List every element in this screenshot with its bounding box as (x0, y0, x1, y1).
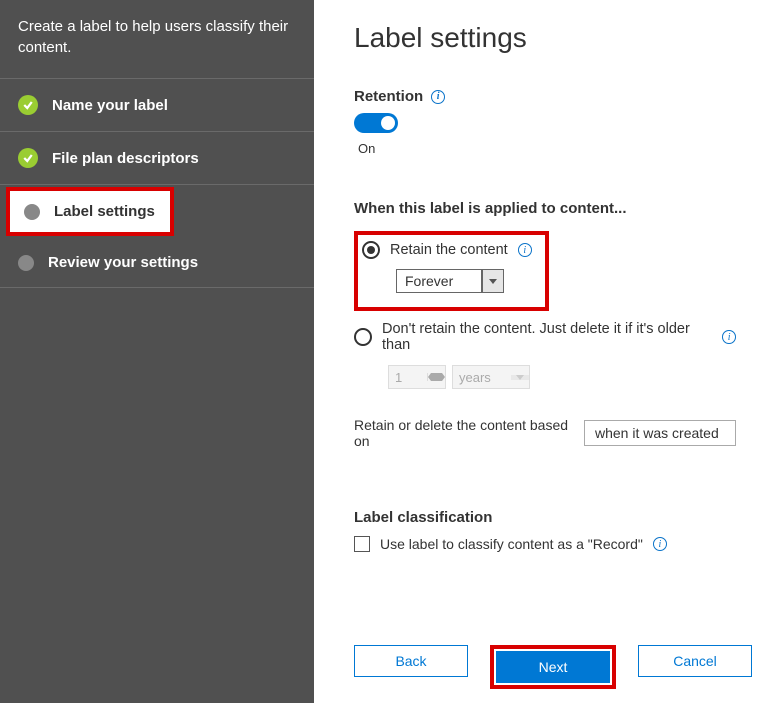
step-label: Review your settings (48, 254, 198, 271)
record-checkbox-label: Use label to classify content as a "Reco… (380, 536, 643, 552)
step-down-icon (428, 377, 445, 381)
retention-label: Retention i (354, 88, 736, 105)
chevron-down-icon[interactable] (482, 269, 504, 293)
step-review-your-settings[interactable]: Review your settings (0, 238, 314, 288)
delete-amount-input: 1 (388, 365, 446, 389)
applied-question: When this label is applied to content... (354, 200, 736, 217)
chevron-down-icon (511, 375, 529, 380)
cancel-button[interactable]: Cancel (638, 645, 752, 677)
page-title: Label settings (354, 22, 736, 54)
info-icon[interactable]: i (722, 330, 736, 344)
retention-toggle[interactable] (354, 113, 398, 133)
step-name-your-label[interactable]: Name your label (0, 79, 314, 132)
radio-dont-retain-label: Don't retain the content. Just delete it… (382, 321, 712, 353)
delete-unit-select: years (452, 365, 530, 389)
sidebar-header: Create a label to help users classify th… (0, 0, 314, 79)
check-icon (18, 148, 38, 168)
info-icon[interactable]: i (431, 90, 445, 104)
step-label: Name your label (52, 97, 168, 114)
radio-retain-label: Retain the content (390, 242, 508, 258)
retain-duration-select[interactable]: Forever (396, 269, 482, 293)
radio-dont-retain[interactable] (354, 328, 372, 346)
info-icon[interactable]: i (653, 537, 667, 551)
radio-retain[interactable] (362, 241, 380, 259)
circle-icon (24, 204, 40, 220)
basis-label: Retain or delete the content based on (354, 417, 578, 449)
classification-heading: Label classification (354, 509, 736, 526)
next-button[interactable]: Next (496, 651, 610, 683)
circle-icon (18, 255, 34, 271)
record-checkbox[interactable] (354, 536, 370, 552)
step-label: Label settings (54, 203, 155, 220)
back-button[interactable]: Back (354, 645, 468, 677)
retention-state: On (358, 141, 736, 156)
info-icon[interactable]: i (518, 243, 532, 257)
step-label-settings[interactable]: Label settings (6, 187, 174, 236)
basis-select[interactable]: when it was created (584, 420, 736, 446)
step-file-plan-descriptors[interactable]: File plan descriptors (0, 132, 314, 185)
check-icon (18, 95, 38, 115)
step-label: File plan descriptors (52, 150, 199, 167)
